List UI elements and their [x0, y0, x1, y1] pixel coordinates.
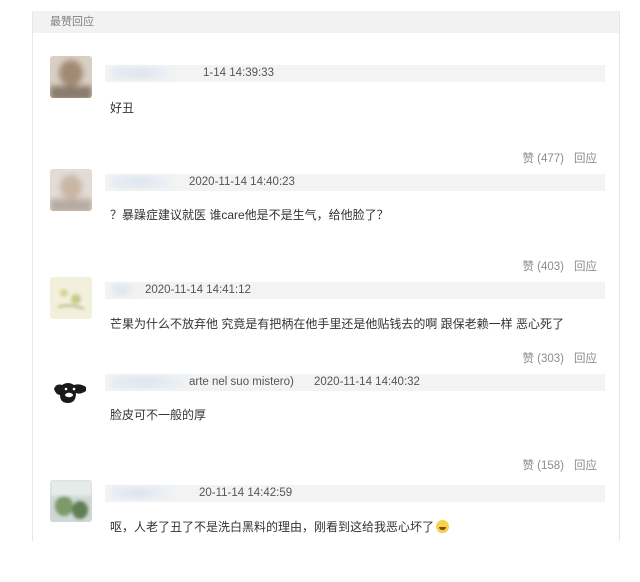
comments-panel: 最赞回应 1-14 14:39:33 好丑 赞 (477) 回应 2020-11…: [32, 11, 620, 541]
comment-timestamp: 2020-11-14 14:40:23: [189, 176, 295, 188]
avatar[interactable]: [50, 169, 92, 211]
avatar[interactable]: [50, 56, 92, 98]
comment-item: arte nel suo mistero) 2020-11-14 14:40:3…: [33, 361, 619, 473]
comment-meta: 2020-11-14 14:40:23: [105, 174, 605, 191]
comment-meta: arte nel suo mistero) 2020-11-14 14:40:3…: [105, 374, 605, 391]
comment-text-row: 呕，人老了丑了不是洗白黑料的理由，刚看到这给我恶心坏了: [110, 519, 450, 535]
avatar[interactable]: [50, 480, 92, 522]
comment-item: 2020-11-14 14:40:23 ？暴躁症建议就医 谁care他是不是生气…: [33, 159, 619, 273]
username-blurred[interactable]: [111, 487, 171, 499]
comment-timestamp: 2020-11-14 14:40:32: [314, 376, 420, 388]
username-blurred[interactable]: [111, 376, 187, 388]
comment-timestamp: 1-14 14:39:33: [203, 67, 274, 79]
username-tail[interactable]: arte nel suo mistero): [189, 374, 294, 391]
comment-meta: 1-14 14:39:33: [105, 65, 605, 82]
comment-text: 芒果为什么不放弃他 究竟是有把柄在他手里还是他贴钱去的啊 跟保老赖一样 恶心死了: [110, 317, 565, 331]
comment-item: 20-11-14 14:42:59 呕，人老了丑了不是洗白黑料的理由，刚看到这给…: [33, 470, 619, 582]
avatar[interactable]: [50, 369, 92, 411]
comment-text: 脸皮可不一般的厚: [110, 408, 207, 422]
username-blurred[interactable]: [111, 176, 171, 188]
comment-meta: 20-11-14 14:42:59: [105, 485, 605, 502]
comment-item: 1-14 14:39:33 好丑 赞 (477) 回应: [33, 46, 619, 165]
comment-text: 呕，人老了丑了不是洗白黑料的理由，刚看到这给我恶心坏了: [110, 520, 435, 534]
comment-meta: 2020-11-14 14:41:12: [105, 282, 605, 299]
avatar[interactable]: [50, 277, 92, 319]
username-blurred[interactable]: [111, 67, 171, 79]
section-header: 最赞回应: [33, 11, 619, 33]
crying-face-emoji-icon: [436, 520, 450, 533]
comment-timestamp: 2020-11-14 14:41:12: [145, 284, 251, 296]
comment-text: ？暴躁症建议就医 谁care他是不是生气，给他脸了？: [110, 208, 389, 222]
comment-text: 好丑: [110, 101, 135, 115]
comment-timestamp: 20-11-14 14:42:59: [199, 487, 293, 499]
username-blurred[interactable]: [111, 284, 135, 296]
